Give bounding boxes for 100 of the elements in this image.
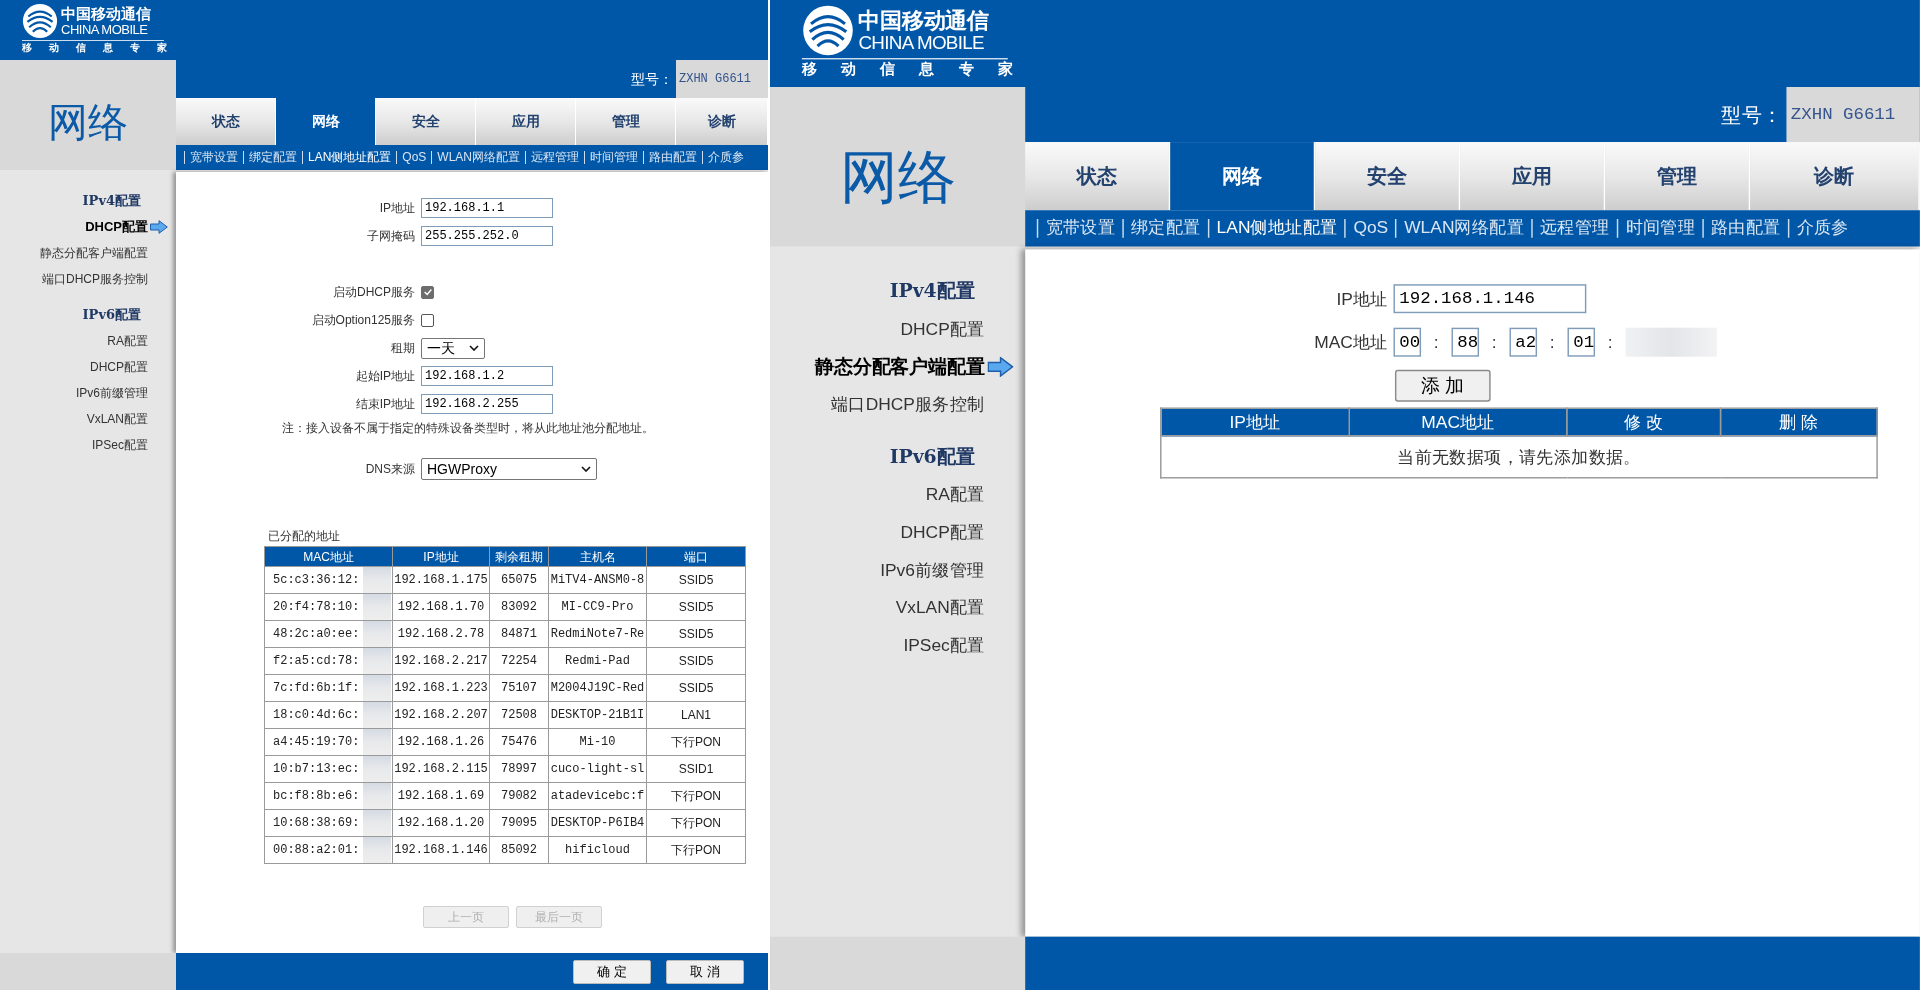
- table-cell: 85092: [489, 836, 549, 864]
- text-field[interactable]: 255.255.252.0: [421, 226, 553, 246]
- sidebar-link[interactable]: RA配置: [925, 481, 985, 508]
- select-dropdown[interactable]: HGWProxy: [421, 458, 597, 480]
- sidebar-link[interactable]: 静态分配客户端配置: [814, 352, 985, 381]
- subnav-link[interactable]: WLAN网络配置: [431, 151, 526, 164]
- nav-tab[interactable]: 状态: [176, 98, 276, 145]
- table-cell: 下行PON: [646, 809, 746, 837]
- table-cell: 下行PON: [646, 836, 746, 864]
- footer-button[interactable]: 确 定: [573, 959, 651, 984]
- sidebar-link[interactable]: RA配置: [107, 332, 148, 350]
- sidebar-link[interactable]: VxLAN配置: [895, 594, 985, 621]
- octet-field[interactable]: a2: [1509, 327, 1538, 357]
- column-header: 修 改: [1566, 408, 1721, 436]
- subnav-link[interactable]: LAN侧地址配置: [1207, 218, 1345, 238]
- text-field[interactable]: 192.168.2.255: [421, 394, 553, 414]
- table-cell: 75107: [489, 674, 549, 702]
- sidebar-link[interactable]: IPv6前缀管理: [880, 556, 985, 583]
- subnav-link[interactable]: 时间管理: [584, 151, 644, 164]
- table-cell: 192.168.2.78: [392, 620, 490, 648]
- table-cell: f2:a5:cd:78:: [264, 647, 393, 675]
- table-cell: 192.168.1.69: [392, 782, 490, 810]
- table-cell: SSID1: [646, 755, 746, 783]
- subnav-link[interactable]: LAN侧地址配置: [302, 151, 397, 164]
- table-cell: 192.168.1.146: [392, 836, 490, 864]
- subnav-link[interactable]: 宽带设置: [1036, 218, 1123, 238]
- field-label: 子网掩码: [367, 228, 415, 245]
- nav-tab[interactable]: 安全: [376, 98, 476, 145]
- nav-tab[interactable]: 诊断: [1750, 142, 1920, 211]
- brand-name-english: CHINA MOBILE: [858, 31, 984, 54]
- separator-text: :: [1607, 331, 1613, 355]
- sidebar-link[interactable]: VxLAN配置: [86, 410, 148, 428]
- table-cell: SSID5: [646, 674, 746, 702]
- text-field[interactable]: 192.168.1.146: [1393, 284, 1587, 314]
- subnav-link[interactable]: 时间管理: [1616, 218, 1703, 238]
- text-field[interactable]: 192.168.1.1: [421, 198, 553, 218]
- sidebar-link[interactable]: IPSec配置: [903, 632, 985, 659]
- select-dropdown[interactable]: 一天: [421, 337, 485, 359]
- sidebar-heading: IPv6配置: [889, 444, 975, 470]
- table-cell: 192.168.1.223: [392, 674, 490, 702]
- subnav-link[interactable]: 路由配置: [643, 151, 703, 164]
- sidebar-link[interactable]: IPv6前缀管理: [76, 384, 148, 402]
- subnav-link[interactable]: 路由配置: [1702, 218, 1788, 238]
- subnav-link[interactable]: 宽带设置: [184, 151, 243, 164]
- sidebar-heading: IPv4配置: [889, 279, 975, 304]
- table-cell: RedmiNote7-Re: [548, 620, 647, 648]
- nav-tab[interactable]: 网络: [1170, 142, 1316, 211]
- table-cell: atadevicebc:f: [548, 782, 647, 810]
- table-cell: SSID5: [646, 647, 746, 675]
- sidebar-link[interactable]: DHCP配置: [900, 519, 985, 546]
- subnav-link[interactable]: WLAN网络配置: [1395, 218, 1532, 238]
- octet-field[interactable]: 88: [1451, 327, 1480, 357]
- nav-tab[interactable]: 网络: [276, 98, 376, 145]
- subnav-link[interactable]: 绑定配置: [1122, 218, 1208, 238]
- sidebar-link[interactable]: 端口DHCP服务控制: [42, 270, 148, 288]
- nav-tab[interactable]: 管理: [576, 98, 676, 145]
- footer-button[interactable]: 取 消: [666, 959, 744, 984]
- sidebar-link[interactable]: DHCP配置: [90, 358, 148, 376]
- field-label: DNS来源: [365, 461, 415, 478]
- column-header: 端口: [646, 546, 746, 567]
- table-cell: 192.168.1.70: [392, 593, 490, 621]
- nav-tab[interactable]: 管理: [1605, 142, 1751, 211]
- nav-tab[interactable]: 诊断: [676, 98, 768, 145]
- subnav-link[interactable]: QoS: [1344, 218, 1396, 238]
- table-cell: 84871: [489, 620, 549, 648]
- nav-tab[interactable]: 状态: [1025, 142, 1171, 211]
- sidebar-link[interactable]: DHCP配置: [900, 316, 985, 343]
- select-value: 一天: [427, 338, 455, 358]
- subnav-link[interactable]: 绑定配置: [243, 151, 302, 164]
- model-value: ZXHN G6611: [1786, 87, 1920, 143]
- subnav-link[interactable]: 远程管理: [1531, 218, 1617, 238]
- field-label: 启动Option125服务: [311, 312, 415, 329]
- sidebar-link[interactable]: IPSec配置: [92, 436, 148, 454]
- subnav-link[interactable]: 介质参: [702, 151, 750, 164]
- table-cell: hificloud: [548, 836, 647, 864]
- table-cell: SSID5: [646, 566, 746, 594]
- table-cell: 10:b7:13:ec:: [264, 755, 393, 783]
- table-cell: Mi-10: [548, 728, 647, 756]
- checkbox[interactable]: [421, 313, 434, 327]
- subnav-link[interactable]: QoS: [396, 151, 432, 164]
- page-title: 网络: [48, 99, 128, 145]
- sidebar-link[interactable]: DHCP配置: [85, 217, 148, 237]
- table-cell: 79082: [489, 782, 549, 810]
- octet-field[interactable]: 01: [1567, 327, 1596, 357]
- sidebar-link[interactable]: 端口DHCP服务控制: [830, 391, 985, 418]
- column-header: IP地址: [392, 546, 490, 567]
- octet-field[interactable]: 00: [1393, 327, 1422, 357]
- table-cell: cuco-light-sl: [548, 755, 647, 783]
- table-cell: 00:88:a2:01:: [264, 836, 393, 864]
- table-caption: 已分配的地址: [268, 528, 340, 545]
- text-field[interactable]: 192.168.1.2: [421, 366, 553, 386]
- checkbox[interactable]: [421, 285, 434, 299]
- subnav-link[interactable]: 远程管理: [525, 151, 585, 164]
- sidebar-link[interactable]: 静态分配客户端配置: [40, 244, 148, 262]
- nav-tab[interactable]: 应用: [1460, 142, 1606, 211]
- nav-tab[interactable]: 应用: [476, 98, 576, 145]
- nav-tab[interactable]: 安全: [1315, 142, 1461, 211]
- table-cell: 下行PON: [646, 782, 746, 810]
- add-button[interactable]: 添 加: [1394, 369, 1491, 402]
- subnav-link[interactable]: 介质参: [1787, 218, 1857, 238]
